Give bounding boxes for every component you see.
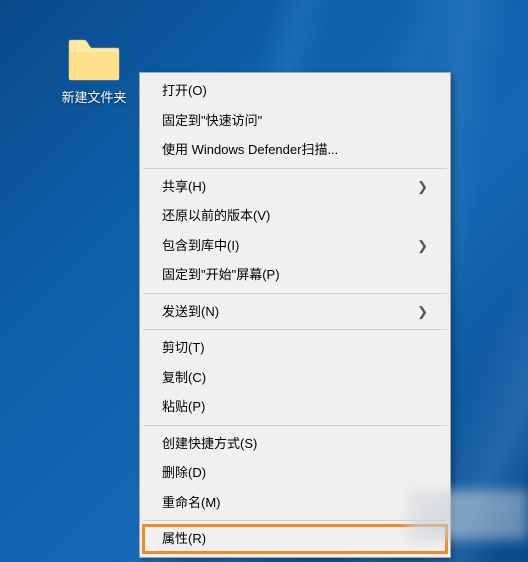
- chevron-right-icon: ❯: [417, 302, 428, 322]
- folder-icon: [67, 38, 121, 82]
- chevron-right-icon: ❯: [417, 236, 428, 256]
- desktop-background: 新建文件夹 打开(O) 固定到"快速访问" 使用 Windows Defende…: [0, 0, 528, 562]
- menu-separator: [143, 520, 447, 521]
- menu-separator: [143, 425, 447, 426]
- menu-item-label: 还原以前的版本(V): [162, 206, 428, 226]
- menu-item-properties[interactable]: 属性(R): [142, 524, 448, 554]
- menu-item-include-library[interactable]: 包含到库中(I) ❯: [142, 231, 448, 261]
- menu-item-create-shortcut[interactable]: 创建快捷方式(S): [142, 429, 448, 459]
- folder-label: 新建文件夹: [54, 86, 134, 107]
- menu-item-pin-quick-access[interactable]: 固定到"快速访问": [142, 106, 448, 136]
- menu-item-label: 属性(R): [162, 529, 428, 549]
- menu-item-paste[interactable]: 粘贴(P): [142, 392, 448, 422]
- desktop-folder[interactable]: 新建文件夹: [54, 38, 134, 107]
- menu-item-label: 包含到库中(I): [162, 236, 409, 256]
- menu-item-label: 粘贴(P): [162, 397, 428, 417]
- menu-item-delete[interactable]: 删除(D): [142, 458, 448, 488]
- menu-item-defender-scan[interactable]: 使用 Windows Defender扫描...: [142, 135, 448, 165]
- menu-item-copy[interactable]: 复制(C): [142, 363, 448, 393]
- menu-item-label: 创建快捷方式(S): [162, 434, 428, 454]
- menu-item-label: 发送到(N): [162, 302, 409, 322]
- menu-item-send-to[interactable]: 发送到(N) ❯: [142, 297, 448, 327]
- menu-item-label: 打开(O): [162, 81, 428, 101]
- menu-item-cut[interactable]: 剪切(T): [142, 333, 448, 363]
- menu-item-share[interactable]: 共享(H) ❯: [142, 172, 448, 202]
- menu-item-open[interactable]: 打开(O): [142, 76, 448, 106]
- menu-item-pin-start[interactable]: 固定到"开始"屏幕(P): [142, 260, 448, 290]
- menu-item-label: 删除(D): [162, 463, 428, 483]
- blurred-region: [408, 490, 528, 540]
- menu-item-label: 固定到"快速访问": [162, 111, 428, 131]
- menu-item-label: 重命名(M): [162, 493, 428, 513]
- context-menu: 打开(O) 固定到"快速访问" 使用 Windows Defender扫描...…: [139, 72, 451, 558]
- menu-item-label: 固定到"开始"屏幕(P): [162, 265, 428, 285]
- menu-item-rename[interactable]: 重命名(M): [142, 488, 448, 518]
- menu-item-label: 共享(H): [162, 177, 409, 197]
- menu-item-label: 剪切(T): [162, 338, 428, 358]
- menu-item-label: 复制(C): [162, 368, 428, 388]
- menu-separator: [143, 293, 447, 294]
- menu-separator: [143, 329, 447, 330]
- menu-separator: [143, 168, 447, 169]
- chevron-right-icon: ❯: [417, 177, 428, 197]
- menu-item-label: 使用 Windows Defender扫描...: [162, 140, 428, 160]
- menu-item-restore-previous[interactable]: 还原以前的版本(V): [142, 201, 448, 231]
